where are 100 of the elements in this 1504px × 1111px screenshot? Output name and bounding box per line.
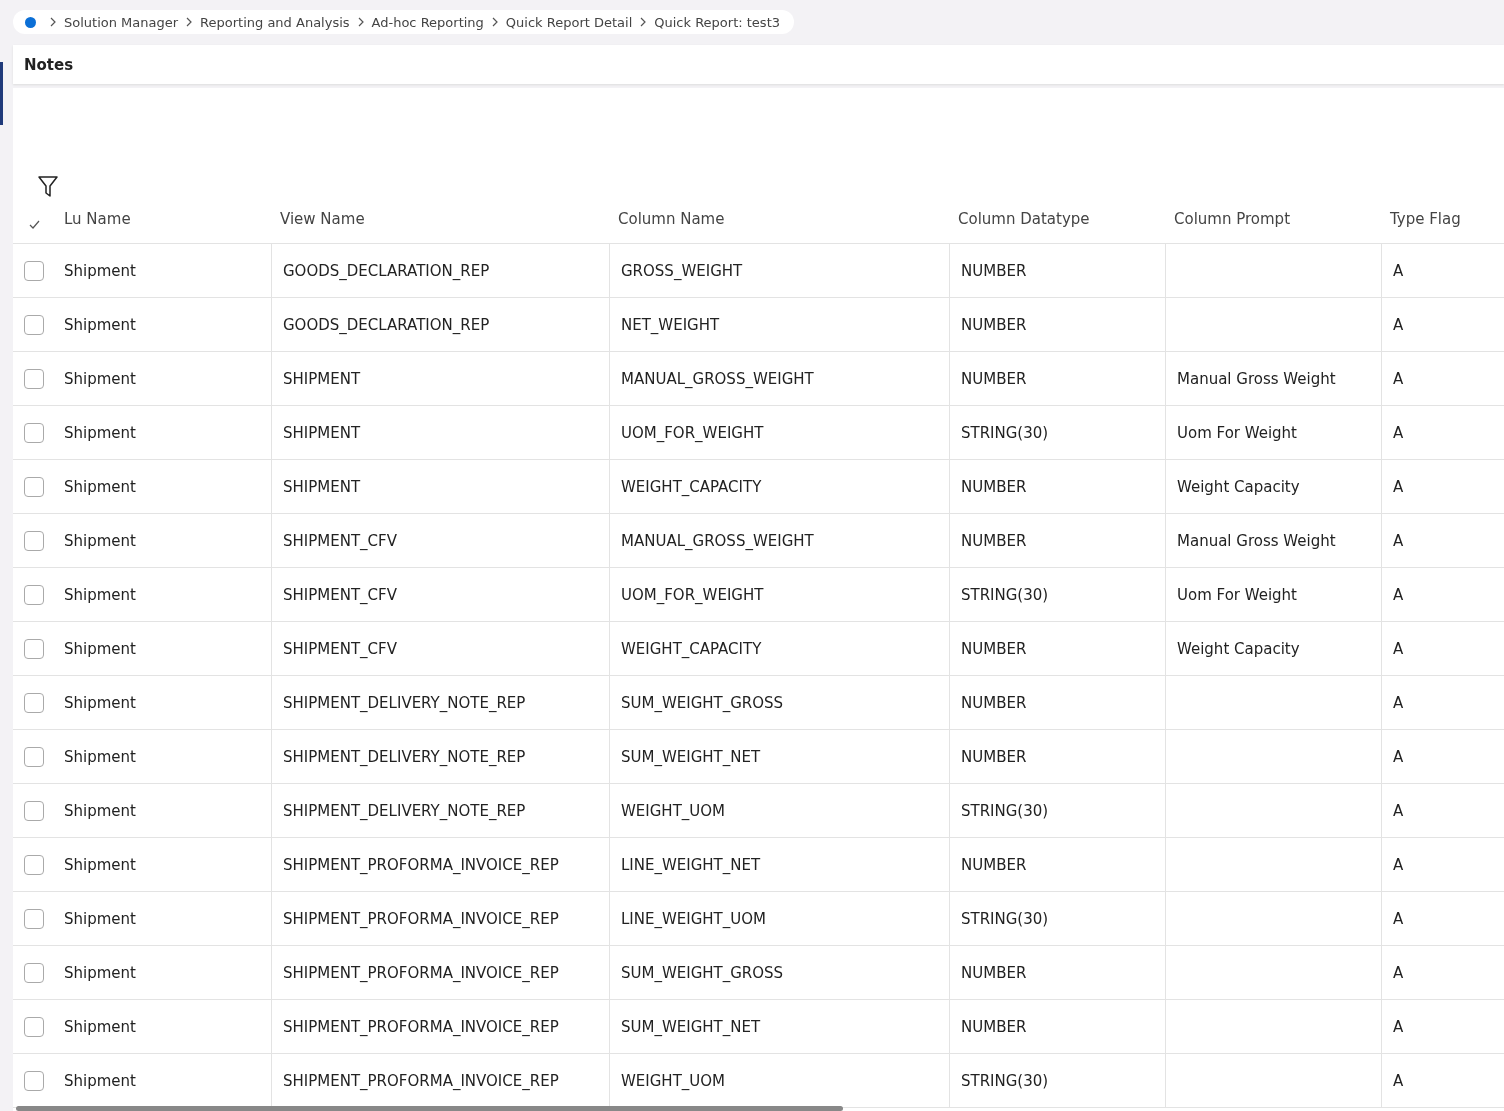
row-checkbox[interactable] [24,638,44,659]
table-cell: SHIPMENT_PROFORMA_INVOICE_REP [283,909,559,928]
filter-icon[interactable] [37,175,59,199]
row-checkbox[interactable] [24,800,44,821]
row-checkbox[interactable] [24,692,44,713]
table-cell: STRING(30) [961,423,1049,442]
table-cell: Shipment [64,531,136,550]
table-cell: GOODS_DECLARATION_REP [283,261,490,280]
table-cell: Uom For Weight [1177,585,1297,604]
table-cell: SHIPMENT [283,477,361,496]
row-checkbox[interactable] [24,962,44,983]
table-cell: SHIPMENT [283,369,361,388]
column-header[interactable]: Type Flag [1390,210,1461,228]
table-cell: SHIPMENT_PROFORMA_INVOICE_REP [283,855,559,874]
table-cell: WEIGHT_CAPACITY [621,639,762,658]
table-cell: A [1393,855,1404,874]
table-cell: A [1393,369,1404,388]
table-cell: A [1393,963,1404,982]
row-checkbox[interactable] [24,854,44,875]
table-cell: Shipment [64,1017,136,1036]
table-cell: Manual Gross Weight [1177,369,1336,388]
row-checkbox[interactable] [24,908,44,929]
row-checkbox[interactable] [24,422,44,443]
table-cell: SHIPMENT [283,423,361,442]
column-header[interactable]: Column Name [618,210,725,228]
breadcrumb-link[interactable]: Quick Report Detail [505,14,633,30]
table-cell: STRING(30) [961,909,1049,928]
table-cell: STRING(30) [961,1071,1049,1090]
table-cell: SHIPMENT_PROFORMA_INVOICE_REP [283,1071,559,1090]
table-cell: UOM_FOR_WEIGHT [621,423,764,442]
row-checkbox[interactable] [24,1070,44,1091]
table-cell: Weight Capacity [1177,639,1300,658]
table-cell: SHIPMENT_PROFORMA_INVOICE_REP [283,1017,559,1036]
row-checkbox[interactable] [24,368,44,389]
table-cell: A [1393,747,1404,766]
table-cell: NET_WEIGHT [621,315,720,334]
sidebar-edge [0,62,3,125]
column-header[interactable]: Column Prompt [1174,210,1291,228]
breadcrumb-link[interactable]: Reporting and Analysis [200,14,350,30]
horizontal-scrollbar[interactable] [16,1106,843,1111]
table-cell: LINE_WEIGHT_UOM [621,909,766,928]
column-header[interactable]: Column Datatype [958,210,1090,228]
table-cell: Shipment [64,369,136,388]
table-cell: A [1393,639,1404,658]
breadcrumb-link[interactable]: Quick Report: test3 [654,14,780,30]
table-cell: NUMBER [961,693,1027,712]
column-header[interactable]: Lu Name [64,210,131,228]
table-cell: NUMBER [961,747,1027,766]
table-cell: NUMBER [961,477,1027,496]
row-checkbox[interactable] [24,584,44,605]
table-cell: MANUAL_GROSS_WEIGHT [621,531,814,550]
table-cell: A [1393,1071,1404,1090]
table-cell: SUM_WEIGHT_NET [621,1017,761,1036]
table-cell: A [1393,909,1404,928]
table-cell: NUMBER [961,1017,1027,1036]
table-cell: SHIPMENT_CFV [283,585,397,604]
table-cell: SHIPMENT_PROFORMA_INVOICE_REP [283,963,559,982]
row-checkbox[interactable] [24,314,44,335]
table-cell: A [1393,531,1404,550]
table-cell: SUM_WEIGHT_GROSS [621,693,784,712]
row-checkbox[interactable] [24,530,44,551]
table-cell: Shipment [64,693,136,712]
table-cell: SUM_WEIGHT_NET [621,747,761,766]
table-cell: Shipment [64,315,136,334]
row-checkbox[interactable] [24,1016,44,1037]
column-header[interactable]: View Name [280,210,365,228]
table-cell: MANUAL_GROSS_WEIGHT [621,369,814,388]
table-cell: Shipment [64,1071,136,1090]
table-cell: NUMBER [961,855,1027,874]
table-cell: Shipment [64,801,136,820]
home-dot-icon[interactable] [25,16,36,28]
table-cell: GROSS_WEIGHT [621,261,743,280]
table-cell: NUMBER [961,369,1027,388]
breadcrumb-link[interactable]: Solution Manager [64,14,179,30]
table-cell: NUMBER [961,315,1027,334]
table-cell: Shipment [64,639,136,658]
table-cell: Uom For Weight [1177,423,1297,442]
table-cell: NUMBER [961,531,1027,550]
table-cell: SHIPMENT_DELIVERY_NOTE_REP [283,801,526,820]
table-cell: SHIPMENT_CFV [283,639,397,658]
row-checkbox[interactable] [24,260,44,281]
table-cell: A [1393,585,1404,604]
row-checkbox[interactable] [24,476,44,497]
table-cell: Shipment [64,963,136,982]
table-cell: NUMBER [961,963,1027,982]
table-cell: Shipment [64,477,136,496]
row-checkbox[interactable] [24,746,44,767]
table-cell: Shipment [64,855,136,874]
table-cell: Shipment [64,909,136,928]
table-cell: A [1393,1017,1404,1036]
select-all-check-icon[interactable] [29,220,40,229]
table-cell: STRING(30) [961,801,1049,820]
table-cell: WEIGHT_UOM [621,1071,726,1090]
table-cell: SUM_WEIGHT_GROSS [621,963,784,982]
breadcrumb-link[interactable]: Ad-hoc Reporting [371,14,484,30]
table-cell: A [1393,423,1404,442]
table-cell: Manual Gross Weight [1177,531,1336,550]
table-cell: STRING(30) [961,585,1049,604]
table-cell: A [1393,315,1404,334]
table-cell: SHIPMENT_DELIVERY_NOTE_REP [283,747,526,766]
